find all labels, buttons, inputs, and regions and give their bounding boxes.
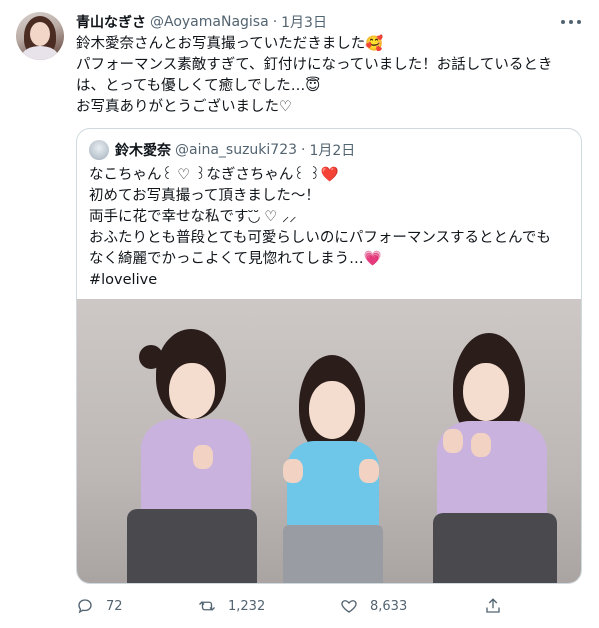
retweet-icon <box>199 601 215 611</box>
quoted-text-line: なく綺麗でかっこよくて見惚れてしまう…💗 <box>89 251 382 267</box>
tweet-header: 青山なぎさ @AoyamaNagisa · 1月3日 <box>76 12 327 32</box>
tweet-date[interactable]: 1月3日 <box>281 12 327 32</box>
separator-dot: · <box>301 142 306 158</box>
quoted-avatar <box>89 140 109 160</box>
quoted-text: なこちゃん꒰ ♡ ꒱なぎさちゃん꒰ ꒱❤️ 初めてお写真撮って頂きました〜！ 両… <box>89 165 573 291</box>
tweet-photo[interactable] <box>77 299 581 583</box>
share-icon <box>486 598 500 613</box>
tweet[interactable]: 青山なぎさ @AoyamaNagisa · 1月3日 鈴木愛奈さんとお写真撮って… <box>0 0 599 628</box>
like-button[interactable]: 8,633 <box>340 594 407 618</box>
quoted-tweet[interactable]: 鈴木愛奈 @aina_suzuki723 · 1月2日 なこちゃん꒰ ♡ ꒱なぎ… <box>76 128 582 584</box>
avatar[interactable] <box>16 12 64 60</box>
like-count: 8,633 <box>370 598 408 614</box>
share-button[interactable] <box>484 594 514 618</box>
quoted-display-name: 鈴木愛奈 <box>115 143 171 159</box>
reply-count: 72 <box>106 598 123 614</box>
tweet-text-line: パフォーマンス素敵すぎて、釘付けになっていました！お話しているとき <box>76 57 553 73</box>
display-name[interactable]: 青山なぎさ <box>76 12 146 32</box>
tweet-text-line: 鈴木愛奈さんとお写真撮っていただきました🥰 <box>76 36 384 52</box>
quoted-header: 鈴木愛奈 @aina_suzuki723 · 1月2日 <box>89 140 356 160</box>
quoted-text-line: おふたりとも普段とても可愛らしいのにパフォーマンスするととんでも <box>89 230 551 246</box>
retweet-button[interactable]: 1,232 <box>198 594 265 618</box>
tweet-text: 鈴木愛奈さんとお写真撮っていただきました🥰 パフォーマンス素敵すぎて、釘付けにな… <box>76 34 586 118</box>
quoted-text-line: 初めてお写真撮って頂きました〜！ <box>89 188 320 204</box>
retweet-count: 1,232 <box>228 598 266 614</box>
photo-person-right <box>377 333 567 583</box>
more-icon[interactable] <box>561 14 581 30</box>
hashtag-link[interactable]: #lovelive <box>89 270 573 291</box>
quoted-date: 1月2日 <box>309 143 356 159</box>
user-handle[interactable]: @AoyamaNagisa <box>150 14 269 30</box>
reply-button[interactable]: 72 <box>76 594 123 618</box>
separator-dot: · <box>272 14 278 30</box>
quoted-text-line: なこちゃん꒰ ♡ ꒱なぎさちゃん꒰ ꒱❤️ <box>89 167 339 183</box>
quoted-handle: @aina_suzuki723 <box>175 142 298 158</box>
tweet-text-line: お写真ありがとうございました♡ <box>76 99 292 115</box>
photo-person-left <box>101 329 271 583</box>
quoted-text-line: 両手に花で幸せな私です◟̆◞̆ ♡ ⸝⸝ <box>89 209 297 225</box>
tweet-actions: 72 1,232 8,633 <box>76 594 586 618</box>
tweet-text-line: は、とっても優しくて癒しでした…😇 <box>76 78 321 94</box>
like-icon <box>341 600 357 613</box>
reply-icon <box>78 599 92 614</box>
